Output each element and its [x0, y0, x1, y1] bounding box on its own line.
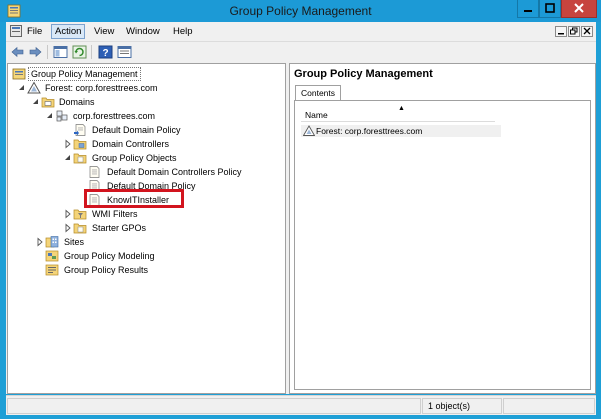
domain-icon	[56, 110, 68, 122]
tab-contents[interactable]: Contents	[295, 85, 342, 101]
tree-item-label: Forest: corp.foresttrees.com	[45, 83, 158, 93]
ou-folder-icon	[73, 139, 87, 150]
main-area: Group Policy Management Forest: corp.for…	[6, 61, 596, 394]
expand-arrow-icon[interactable]	[63, 221, 72, 235]
menu-help[interactable]: Help	[170, 25, 196, 39]
close-button[interactable]	[561, 0, 597, 18]
maximize-button[interactable]	[539, 0, 561, 18]
console-tree[interactable]: Group Policy Management Forest: corp.for…	[7, 63, 286, 394]
forest-icon	[27, 81, 41, 94]
menu-file[interactable]: File	[24, 25, 45, 39]
wmi-folder-icon	[73, 209, 87, 220]
results-icon	[45, 264, 59, 276]
properties-icon[interactable]	[117, 45, 132, 59]
system-menu-icon[interactable]	[10, 25, 22, 37]
results-pane: Group Policy Management Contents Name ▲ …	[289, 63, 596, 394]
tree-item-label: Group Policy Management	[28, 67, 141, 81]
menu-bar: File Action View Window Help	[6, 22, 596, 41]
minimize-button[interactable]	[517, 0, 539, 18]
menu-window[interactable]: Window	[123, 25, 163, 39]
menu-action[interactable]: Action	[51, 24, 86, 39]
toolbar-separator	[91, 45, 92, 59]
tree-item-label: Default Domain Policy	[92, 125, 181, 135]
tree-item-label: Starter GPOs	[92, 223, 147, 233]
sites-icon	[45, 236, 59, 248]
list-item-label: Forest: corp.foresttrees.com	[316, 126, 423, 136]
mdi-restore-button[interactable]	[568, 26, 580, 37]
results-pane-title: Group Policy Management	[294, 68, 433, 80]
tree-item-label: Group Policy Objects	[92, 153, 177, 163]
contents-list[interactable]: Name ▲ Forest: corp.foresttrees.com	[294, 100, 591, 390]
gpmc-icon	[12, 68, 26, 80]
status-bar: 1 object(s)	[6, 395, 596, 415]
tree-item-label: Domains	[59, 97, 95, 107]
svg-text:?: ?	[102, 48, 108, 59]
title-bar: Group Policy Management	[0, 0, 601, 22]
list-item[interactable]: Forest: corp.foresttrees.com	[301, 125, 501, 137]
expand-arrow-icon[interactable]	[63, 207, 72, 221]
refresh-icon[interactable]	[72, 45, 87, 59]
mdi-minimize-button[interactable]	[555, 26, 567, 37]
object-count: 1 object(s)	[428, 401, 471, 411]
toolbar: ?	[6, 41, 596, 61]
expand-arrow-icon[interactable]	[35, 235, 44, 249]
starter-gpos-folder-icon	[73, 223, 87, 234]
collapse-arrow-icon[interactable]	[17, 81, 26, 95]
window-title: Group Policy Management	[229, 4, 372, 18]
sort-ascending-icon: ▲	[398, 105, 405, 112]
status-cell-main	[7, 398, 421, 414]
collapse-arrow-icon[interactable]	[31, 95, 40, 109]
forest-icon	[303, 125, 315, 136]
menu-view[interactable]: View	[91, 25, 117, 39]
help-icon[interactable]: ?	[98, 45, 113, 59]
tree-item-label: Sites	[64, 237, 85, 247]
column-header-label: Name	[305, 110, 328, 120]
collapse-arrow-icon[interactable]	[45, 109, 54, 123]
tree-item-label: Default Domain Controllers Policy	[107, 167, 242, 177]
tree-item-label: Domain Controllers	[92, 139, 170, 149]
gpo-link-icon	[74, 124, 86, 136]
tree-item-label: corp.foresttrees.com	[73, 111, 156, 121]
tree-item-label: Group Policy Results	[64, 265, 149, 275]
highlight-annotation-box	[84, 189, 184, 208]
back-arrow-icon[interactable]	[10, 45, 25, 59]
toolbar-separator	[47, 45, 48, 59]
expand-arrow-icon[interactable]	[63, 137, 72, 151]
gpo-icon	[89, 166, 100, 178]
collapse-arrow-icon[interactable]	[63, 151, 72, 165]
mdi-close-button[interactable]	[581, 26, 593, 37]
tree-item-label: WMI Filters	[92, 209, 138, 219]
modeling-icon	[45, 250, 59, 262]
forward-arrow-icon[interactable]	[28, 45, 43, 59]
show-hide-tree-icon[interactable]	[53, 45, 68, 59]
column-header-name[interactable]: Name ▲	[301, 105, 495, 122]
domains-folder-icon	[41, 97, 55, 108]
status-cell-extra	[503, 398, 595, 414]
gpo-folder-icon	[73, 153, 87, 164]
tree-item-label: Group Policy Modeling	[64, 251, 155, 261]
status-cell-count: 1 object(s)	[422, 398, 502, 414]
